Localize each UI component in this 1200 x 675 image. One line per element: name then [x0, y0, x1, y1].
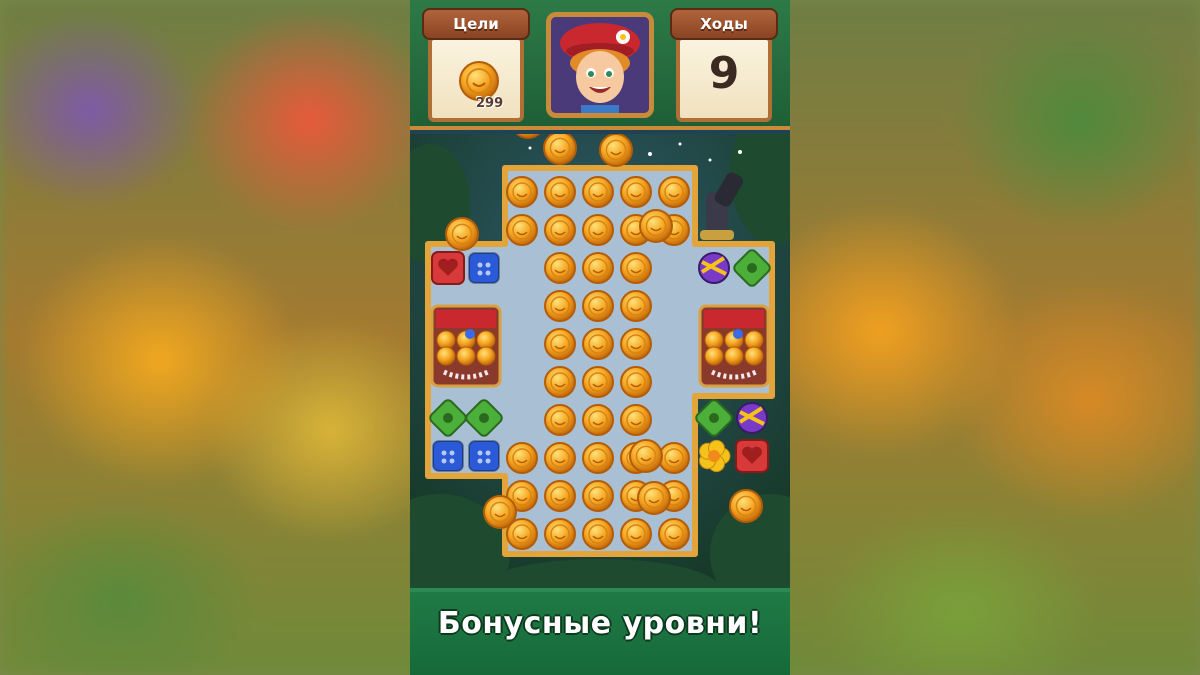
moves-panel: Ходы 9 [670, 8, 778, 123]
coin-icon[interactable] [544, 480, 576, 512]
goals-label: Цели [422, 8, 530, 40]
avatar [546, 12, 654, 118]
coin-icon[interactable] [543, 134, 577, 165]
coin-icon[interactable] [544, 252, 576, 284]
coin-icon[interactable] [582, 290, 614, 322]
blue-button-tile-icon[interactable] [468, 440, 500, 472]
coin-icon[interactable] [544, 404, 576, 436]
candy-bomb-icon[interactable] [736, 402, 768, 434]
top-hud: Цели 299 Ходы 9 [410, 0, 790, 130]
coin-icon[interactable] [658, 176, 690, 208]
coin-icon[interactable] [620, 176, 652, 208]
coin-icon[interactable] [506, 176, 538, 208]
moves-label: Ходы [670, 8, 778, 40]
coin-icon[interactable] [629, 439, 663, 473]
coin-icon[interactable] [582, 366, 614, 398]
heart-tile-icon[interactable] [735, 439, 769, 473]
coin-icon[interactable] [544, 290, 576, 322]
coin-icon[interactable] [620, 290, 652, 322]
heart-tile-icon[interactable] [431, 251, 465, 285]
coin-icon[interactable] [544, 442, 576, 474]
coin-icon[interactable] [582, 214, 614, 246]
coin-icon[interactable] [582, 518, 614, 550]
blue-button-tile-icon[interactable] [468, 252, 500, 284]
coin-icon[interactable] [582, 328, 614, 360]
goal-count: 299 [476, 96, 504, 111]
blue-button-tile-icon[interactable] [432, 440, 464, 472]
coin-icon[interactable] [637, 481, 671, 515]
coin-icon[interactable] [506, 214, 538, 246]
treasure-chest-icon[interactable] [698, 304, 770, 388]
coin-icon[interactable] [582, 480, 614, 512]
game-board [410, 134, 790, 594]
coin-icon[interactable] [599, 134, 633, 167]
coin-icon[interactable] [620, 518, 652, 550]
coin-icon[interactable] [544, 366, 576, 398]
coin-icon[interactable] [620, 366, 652, 398]
game-screen: Цели 299 Ходы 9 Бонусные уровни! [410, 0, 790, 675]
coin-icon[interactable] [620, 328, 652, 360]
candy-bomb-icon[interactable] [698, 252, 730, 284]
coin-icon[interactable] [658, 442, 690, 474]
coin-icon[interactable] [658, 518, 690, 550]
coin-icon[interactable] [729, 489, 763, 523]
banner-text: Бонусные уровни! [437, 606, 763, 641]
coin-icon[interactable] [544, 518, 576, 550]
coin-icon[interactable] [582, 404, 614, 436]
treasure-chest-icon[interactable] [430, 304, 502, 388]
goals-panel: Цели 299 [422, 8, 530, 123]
coin-icon[interactable] [582, 442, 614, 474]
coin-icon[interactable] [582, 176, 614, 208]
moves-value: 9 [708, 48, 740, 99]
coin-icon[interactable] [506, 442, 538, 474]
coin-icon[interactable] [544, 214, 576, 246]
moves-body: 9 [676, 36, 772, 122]
coin-icon[interactable] [544, 328, 576, 360]
coin-icon[interactable] [620, 404, 652, 436]
goals-body: 299 [428, 36, 524, 122]
coin-icon[interactable] [544, 176, 576, 208]
coin-icon[interactable] [639, 209, 673, 243]
coin-icon[interactable] [582, 252, 614, 284]
coin-icon[interactable] [483, 495, 517, 529]
coin-icon[interactable] [620, 252, 652, 284]
coin-icon[interactable] [445, 217, 479, 251]
